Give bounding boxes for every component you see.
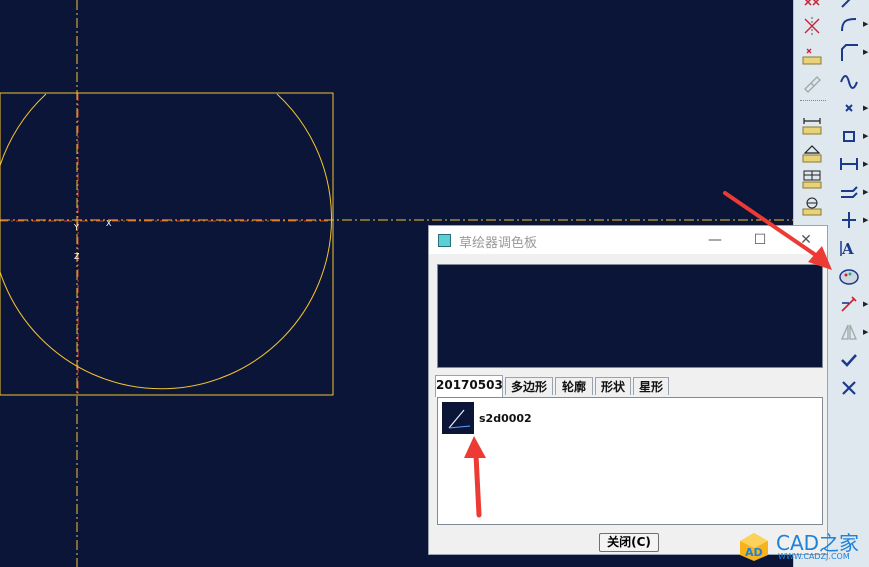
close-window-button[interactable]: ✕ (795, 229, 817, 251)
watermark-url: WWW.CADZJ.COM (778, 552, 850, 561)
palette-preview (437, 264, 823, 368)
svg-text:AD: AD (745, 546, 763, 559)
link-icon[interactable] (800, 72, 824, 96)
flyout-arrow[interactable]: ▶ (863, 300, 868, 308)
grid-dimension-icon[interactable] (800, 168, 824, 192)
mirror-icon[interactable] (837, 320, 861, 344)
dimension-h-icon[interactable] (837, 152, 861, 176)
tab-profile[interactable]: 轮廓 (555, 377, 593, 395)
checkmark-icon[interactable] (837, 348, 861, 372)
chamfer-icon[interactable] (837, 40, 861, 64)
flyout-arrow[interactable]: ▶ (863, 132, 868, 140)
centerline-icon[interactable] (837, 208, 861, 232)
trim-icon[interactable] (800, 14, 824, 38)
modify-icon[interactable] (837, 292, 861, 316)
palette-item-label: s2d0002 (479, 412, 532, 425)
tab-20170503[interactable]: 20170503 (435, 375, 503, 397)
line-icon[interactable] (837, 0, 861, 12)
spline-icon[interactable] (837, 68, 861, 92)
maximize-button[interactable]: ☐ (749, 229, 771, 251)
tab-shape[interactable]: 形状 (595, 377, 631, 395)
sketch-thumbnail-icon (442, 402, 474, 434)
flyout-arrow[interactable]: ▶ (863, 216, 868, 224)
axis-y-label: Y (73, 223, 79, 232)
axis-z-label: Z (74, 252, 80, 261)
flyout-arrow[interactable]: ▶ (863, 104, 868, 112)
flyout-arrow[interactable]: ▶ (863, 188, 868, 196)
flyout-arrow[interactable]: ▶ (863, 328, 868, 336)
palette-item-list: s2d0002 (437, 397, 823, 525)
point-icon[interactable] (837, 96, 861, 120)
rectangle-icon[interactable] (837, 124, 861, 148)
tab-polygon[interactable]: 多边形 (505, 377, 553, 395)
angle-dimension-icon[interactable] (800, 142, 824, 166)
dialog-app-icon (438, 234, 451, 247)
tab-star[interactable]: 星形 (633, 377, 669, 395)
flyout-arrow[interactable]: ▶ (863, 20, 868, 28)
cancel-icon[interactable] (837, 376, 861, 400)
toolbar-separator (800, 100, 826, 101)
dialog-title: 草绘器调色板 (459, 236, 538, 251)
cad-logo-icon: AD (740, 533, 768, 561)
close-button[interactable]: 关闭(C) (599, 533, 659, 552)
circle-dimension-icon[interactable] (800, 195, 824, 219)
ruler-x-icon[interactable] (800, 44, 824, 68)
offset-icon[interactable] (837, 180, 861, 204)
svg-text:A: A (841, 240, 854, 258)
toolbar-right: ▶ ▶ ▶ ▶ ▶ ▶ ▶ A ▶ ▶ (830, 0, 869, 567)
minimize-button[interactable]: — (704, 229, 726, 251)
sketcher-palette-dialog: 草绘器调色板 — ☐ ✕ 20170503 多边形 轮廓 形状 星形 s2d00… (428, 225, 828, 555)
flyout-arrow[interactable]: ▶ (863, 160, 868, 168)
palette-icon[interactable] (837, 264, 861, 288)
cadzj-watermark: AD CAD之家 WWW.CADZJ.COM (738, 525, 869, 567)
flyout-arrow[interactable]: ▶ (863, 48, 868, 56)
dimension-icon[interactable] (800, 114, 824, 138)
text-icon[interactable]: A (837, 236, 861, 260)
sketch-rectangle[interactable] (0, 92, 334, 396)
sketch-circle-arc[interactable] (0, 93, 332, 390)
dialog-titlebar[interactable]: 草绘器调色板 — ☐ ✕ (429, 226, 827, 254)
axis-x-label: X (106, 219, 112, 228)
arc-fillet-icon[interactable] (837, 12, 861, 36)
